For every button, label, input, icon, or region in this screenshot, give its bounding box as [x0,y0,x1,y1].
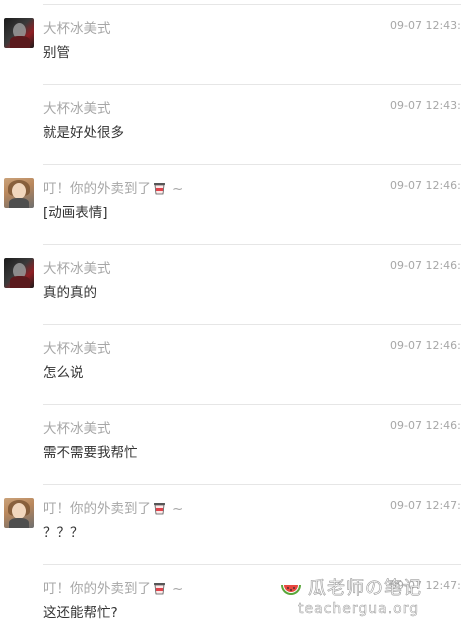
sender-name-text: 大杯冰美式 [43,21,111,37]
message-text: [动画表情] [43,205,108,221]
sender-name[interactable]: 叮！你的外卖到了 ~ [43,577,183,597]
message-text: 真的真的 [43,285,97,301]
sender-name-suffix: ~ [172,501,184,517]
message-timestamp: 09-07 12:46:5 [390,419,461,432]
message-text: 这还能帮忙? [43,605,118,621]
message-text: 怎么说 [43,365,84,381]
message-divider [43,324,461,325]
message-text: 别管 [43,45,70,61]
sender-name-text: 叮！你的外卖到了 [43,181,151,197]
watermark-title: 瓜老师の笔记 [308,578,422,600]
chat-message: 叮！你的外卖到了 ~09-07 12:47:1 ？？？ [0,480,461,560]
avatar[interactable] [4,178,34,208]
sender-name[interactable]: 大杯冰美式 [43,97,111,117]
chat-message: 大杯冰美式 09-07 12:43:1 就是好处很多 [0,80,461,160]
sender-name[interactable]: 大杯冰美式 [43,337,111,357]
chat-message: 大杯冰美式 09-07 12:46:5 需不需要我帮忙 [0,400,461,480]
message-divider [43,164,461,165]
avatar[interactable] [4,258,34,288]
message-timestamp: 09-07 12:46:4 [390,259,461,272]
sender-name-text: 大杯冰美式 [43,421,111,437]
message-divider [43,404,461,405]
sender-name-text: 大杯冰美式 [43,341,111,357]
avatar[interactable] [4,18,34,48]
sender-name[interactable]: 大杯冰美式 [43,17,111,37]
sender-name[interactable]: 叮！你的外卖到了 ~ [43,177,183,197]
message-timestamp: 09-07 12:46:0 [390,179,461,192]
sender-name-text: 大杯冰美式 [43,101,111,117]
message-divider [43,564,461,565]
sender-name[interactable]: 叮！你的外卖到了 ~ [43,497,183,517]
chat-message: 叮！你的外卖到了 ~09-07 12:46:0 [动画表情] [0,160,461,240]
sender-name-text: 叮！你的外卖到了 [43,501,151,517]
message-divider [43,484,461,485]
takeout-cup-icon [154,583,165,595]
message-divider [43,4,461,5]
sender-name-suffix: ~ [172,181,184,197]
message-text: 需不需要我帮忙 [43,445,138,461]
message-timestamp: 09-07 12:43:1 [390,19,461,32]
chat-message: 大杯冰美式 09-07 12:43:1 别管 [0,0,461,80]
message-timestamp: 09-07 12:46:5 [390,339,461,352]
chat-message: 大杯冰美式 09-07 12:46:5 怎么说 [0,320,461,400]
chat-message: 大杯冰美式 09-07 12:46:4 真的真的 [0,240,461,320]
sender-name[interactable]: 大杯冰美式 [43,417,111,437]
sender-name-text: 大杯冰美式 [43,261,111,277]
message-timestamp: 09-07 12:43:1 [390,99,461,112]
message-divider [43,244,461,245]
sender-name-text: 叮！你的外卖到了 [43,581,151,597]
watermelon-logo-icon [279,576,303,600]
sender-name[interactable]: 大杯冰美式 [43,257,111,277]
sender-name-suffix: ~ [172,581,184,597]
watermark-url: teachergua.org [298,601,420,618]
message-timestamp: 09-07 12:47:1 [390,499,461,512]
watermark: 瓜老师の笔记 teachergua.org [274,572,461,621]
takeout-cup-icon [154,183,165,195]
avatar[interactable] [4,498,34,528]
message-divider [43,84,461,85]
message-text: 就是好处很多 [43,125,124,141]
takeout-cup-icon [154,503,165,515]
message-text: ？？？ [43,525,84,541]
